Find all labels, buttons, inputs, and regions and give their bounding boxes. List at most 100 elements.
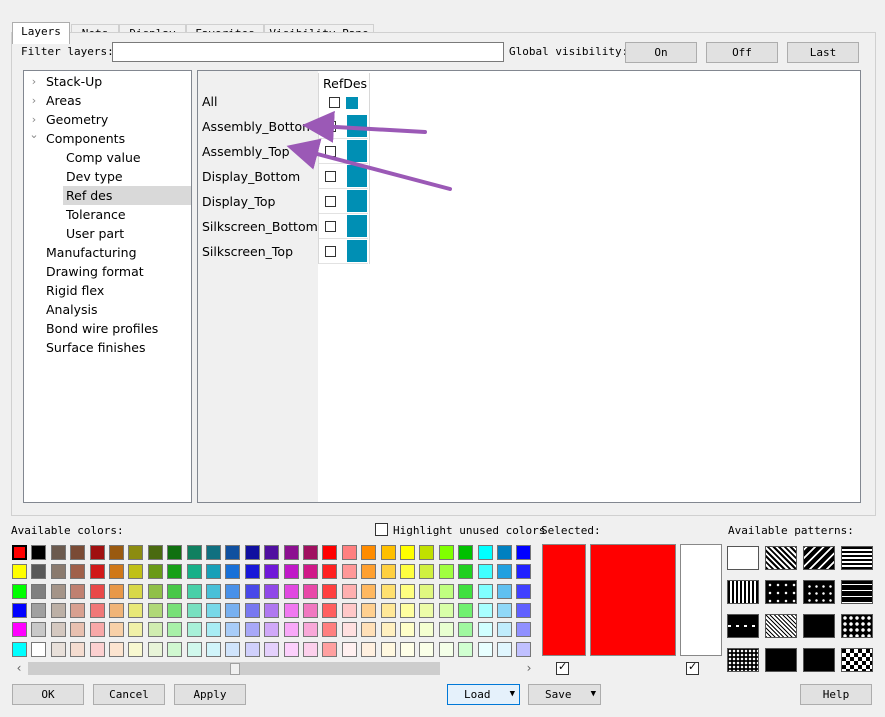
color-swatch[interactable] (438, 622, 454, 638)
pattern-swatch-solid-white[interactable] (727, 546, 759, 570)
color-swatch[interactable] (380, 545, 396, 560)
color-swatch[interactable] (303, 583, 318, 599)
color-swatch[interactable] (109, 602, 124, 618)
color-swatch[interactable] (361, 641, 377, 657)
color-swatch[interactable] (361, 583, 377, 599)
color-swatch[interactable] (186, 564, 202, 580)
selected-checkbox-1[interactable]: ✓ (556, 660, 569, 675)
color-swatch[interactable] (458, 602, 474, 618)
color-swatch[interactable] (109, 641, 124, 657)
color-swatch[interactable] (70, 602, 86, 618)
color-swatch[interactable] (147, 564, 163, 580)
color-swatch[interactable] (89, 545, 105, 560)
color-swatch[interactable] (361, 545, 377, 560)
color-swatch[interactable] (89, 622, 105, 638)
color-swatch[interactable] (303, 564, 318, 580)
color-swatch[interactable] (206, 622, 221, 638)
color-swatch[interactable] (303, 602, 318, 618)
color-swatch[interactable] (322, 564, 338, 580)
color-swatch[interactable] (497, 583, 512, 599)
color-swatch[interactable] (419, 641, 435, 657)
pattern-swatch-vertical-lines[interactable] (727, 580, 759, 604)
color-swatch[interactable] (458, 641, 474, 657)
pattern-swatch-checker-large[interactable] (841, 648, 873, 672)
color-swatch[interactable] (109, 622, 124, 638)
color-swatch[interactable] (244, 564, 260, 580)
color-swatch[interactable] (70, 641, 86, 657)
color-swatch[interactable] (147, 545, 163, 560)
color-swatch[interactable] (283, 545, 299, 560)
color-swatch[interactable] (322, 545, 338, 560)
pattern-swatch-dashes[interactable] (841, 580, 873, 604)
color-swatch[interactable] (497, 564, 512, 580)
color-swatch[interactable] (497, 545, 512, 560)
color-swatch[interactable] (50, 602, 66, 618)
color-swatch[interactable] (186, 622, 202, 638)
color-swatch[interactable] (341, 602, 357, 618)
pattern-swatch-horizontal-lines[interactable] (841, 546, 873, 570)
color-swatch[interactable] (438, 583, 454, 599)
color-swatch[interactable] (264, 641, 280, 657)
color-swatch[interactable] (186, 583, 202, 599)
color-swatch[interactable] (89, 602, 105, 618)
color-swatch[interactable] (70, 622, 86, 638)
color-swatch[interactable] (128, 641, 144, 657)
color-swatch[interactable] (147, 583, 163, 599)
color-swatch[interactable] (225, 641, 241, 657)
color-swatch[interactable] (147, 602, 163, 618)
color-swatch[interactable] (497, 641, 512, 657)
pattern-swatch-checker-small[interactable] (727, 648, 759, 672)
pattern-swatch-diag-fine[interactable] (765, 546, 797, 570)
pattern-swatch-dots-sparse[interactable] (765, 580, 797, 604)
color-swatch[interactable] (322, 641, 338, 657)
color-swatch[interactable] (400, 641, 415, 657)
color-swatch[interactable] (128, 564, 144, 580)
color-swatch[interactable] (419, 564, 435, 580)
color-swatch[interactable] (497, 622, 512, 638)
color-swatch[interactable] (283, 564, 299, 580)
color-swatch[interactable] (303, 545, 318, 560)
color-swatch[interactable] (400, 564, 415, 580)
color-swatch[interactable] (128, 622, 144, 638)
color-swatch[interactable] (12, 564, 27, 580)
color-swatch[interactable] (12, 622, 27, 638)
color-swatch[interactable] (419, 622, 435, 638)
color-swatch[interactable] (264, 622, 280, 638)
color-swatch[interactable] (264, 602, 280, 618)
color-swatch[interactable] (50, 564, 66, 580)
color-swatch[interactable] (244, 583, 260, 599)
color-swatch[interactable] (341, 641, 357, 657)
color-swatch[interactable] (128, 545, 144, 560)
color-swatch[interactable] (419, 583, 435, 599)
color-swatch[interactable] (341, 622, 357, 638)
ok-button[interactable]: OK (12, 684, 84, 705)
color-swatch[interactable] (380, 602, 396, 618)
save-button[interactable]: Save ▼ (528, 684, 601, 705)
color-swatch[interactable] (89, 641, 105, 657)
color-swatch[interactable] (206, 602, 221, 618)
color-swatch[interactable] (477, 641, 493, 657)
color-swatch[interactable] (516, 622, 532, 638)
color-swatch[interactable] (341, 545, 357, 560)
color-swatch[interactable] (361, 564, 377, 580)
color-swatch[interactable] (400, 583, 415, 599)
color-swatch[interactable] (50, 545, 66, 560)
color-swatch[interactable] (341, 583, 357, 599)
color-swatch[interactable] (380, 583, 396, 599)
color-swatch[interactable] (70, 564, 86, 580)
tab-layers[interactable]: Layers (12, 22, 70, 44)
pattern-swatch-dash-row[interactable] (727, 614, 759, 638)
color-swatch[interactable] (264, 545, 280, 560)
color-swatch[interactable] (458, 545, 474, 560)
color-swatch[interactable] (419, 545, 435, 560)
pattern-swatch-large-cross[interactable] (803, 648, 835, 672)
color-swatch[interactable] (206, 641, 221, 657)
color-swatch[interactable] (89, 564, 105, 580)
color-swatch[interactable] (438, 564, 454, 580)
color-swatch[interactable] (50, 641, 66, 657)
color-swatch[interactable] (225, 583, 241, 599)
color-swatch[interactable] (31, 641, 47, 657)
color-swatch[interactable] (380, 641, 396, 657)
color-swatch[interactable] (186, 545, 202, 560)
color-swatch[interactable] (361, 622, 377, 638)
